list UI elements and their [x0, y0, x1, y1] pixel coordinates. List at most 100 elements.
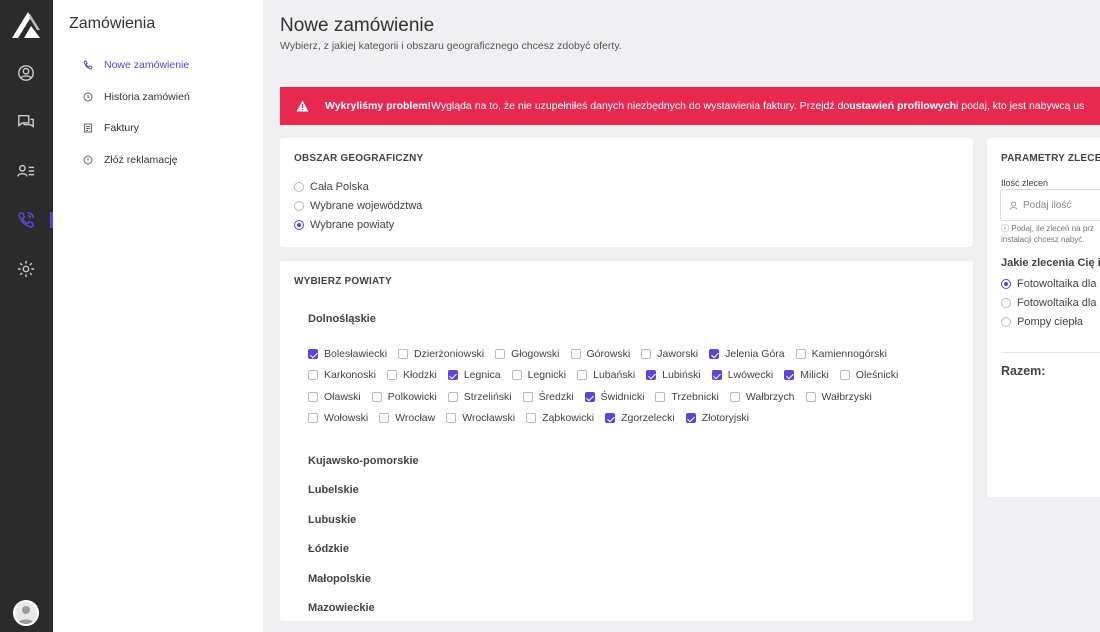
- checkbox-box[interactable]: [308, 370, 318, 380]
- powiat-checkbox[interactable]: Bolesławiecki: [308, 348, 387, 360]
- region-heading[interactable]: Kujawsko-pomorskie: [308, 455, 419, 467]
- checkbox-label: Wrocławski: [462, 412, 516, 424]
- subnav-item-new-order[interactable]: Nowe zamówienie: [83, 56, 189, 74]
- powiat-checkbox[interactable]: Wołowski: [308, 412, 368, 424]
- powiat-checkbox[interactable]: Wrocław: [379, 412, 435, 424]
- messages-icon[interactable]: [14, 110, 38, 134]
- powiat-checkbox[interactable]: Oleśnicki: [839, 369, 898, 381]
- subnav-item-invoices[interactable]: Faktury: [83, 119, 139, 137]
- powiat-checkbox[interactable]: Karkonoski: [308, 369, 376, 381]
- region-heading[interactable]: Lubuskie: [308, 514, 356, 526]
- subnav-item-complaint[interactable]: Złóż reklamację: [83, 151, 178, 169]
- checkbox-box[interactable]: [511, 370, 522, 380]
- profile-icon[interactable]: [14, 61, 38, 85]
- checkbox-box[interactable]: [795, 349, 806, 359]
- contacts-icon[interactable]: [14, 159, 38, 183]
- checkbox-box[interactable]: [570, 349, 581, 359]
- checkbox-box[interactable]: [641, 349, 652, 359]
- powiat-checkbox[interactable]: Kamiennogórski: [795, 348, 887, 360]
- powiat-checkbox[interactable]: Lwówecki: [711, 369, 773, 381]
- powiat-checkbox[interactable]: Jelenia Góra: [709, 348, 785, 360]
- checkbox-box[interactable]: [379, 413, 390, 423]
- qty-hint: ⓘ Podaj, ile zleceń na prz instalacji ch…: [1001, 223, 1100, 245]
- powiat-checkbox[interactable]: Górowski: [570, 348, 630, 360]
- powiat-checkbox[interactable]: Legnica: [447, 369, 501, 381]
- checkbox-box[interactable]: [526, 413, 537, 423]
- powiat-checkbox[interactable]: Lubiński: [646, 369, 701, 381]
- powiat-checkbox[interactable]: Strzeliński: [447, 391, 512, 403]
- checkbox-box[interactable]: [308, 413, 318, 423]
- user-avatar[interactable]: [13, 600, 39, 626]
- checkbox-box[interactable]: [371, 392, 382, 402]
- powiat-checkbox[interactable]: Kłodzki: [386, 369, 437, 381]
- area-option[interactable]: Cała Polska: [294, 180, 369, 194]
- area-option[interactable]: Wybrane województwa: [294, 199, 422, 213]
- order-type-option[interactable]: Fotowoltaika dla: [1001, 296, 1097, 310]
- powiat-checkbox[interactable]: Milicki: [784, 369, 829, 381]
- checkbox-box[interactable]: [308, 349, 318, 359]
- checkbox-label: Legnicki: [527, 369, 567, 381]
- order-type-option[interactable]: Pompy ciepła: [1001, 315, 1083, 329]
- profile-settings-link[interactable]: ustawień profilowych: [849, 100, 956, 112]
- region-heading[interactable]: Mazowieckie: [308, 602, 375, 614]
- subnav-label: Nowe zamówienie: [104, 59, 190, 71]
- powiat-checkbox[interactable]: Wrocławski: [446, 412, 515, 424]
- qty-input[interactable]: Podaj ilość: [1000, 189, 1100, 221]
- radio-button[interactable]: [1001, 279, 1011, 289]
- powiat-checkbox[interactable]: Jaworski: [641, 348, 698, 360]
- radio-button[interactable]: [294, 220, 304, 230]
- radio-button[interactable]: [294, 182, 304, 192]
- powiat-checkbox[interactable]: Głogowski: [495, 348, 560, 360]
- radio-button[interactable]: [1001, 298, 1011, 308]
- powiat-row: Bolesławiecki Dzierżoniowski Głogowski Góro…: [308, 347, 898, 361]
- orders-phone-icon[interactable]: [14, 208, 53, 232]
- radio-button[interactable]: [1001, 317, 1011, 327]
- powiat-checkbox[interactable]: Wałbrzych: [729, 391, 795, 403]
- region-heading[interactable]: Małopolskie: [308, 573, 371, 585]
- powiat-checkbox[interactable]: Wałbrzyski: [805, 391, 872, 403]
- powiat-checkbox[interactable]: Lubański: [577, 369, 635, 381]
- checkbox-label: Wołowski: [324, 412, 369, 424]
- area-option[interactable]: Wybrane powiaty: [294, 218, 394, 232]
- checkbox-box[interactable]: [522, 392, 533, 402]
- checkbox-box[interactable]: [729, 392, 740, 402]
- checkbox-box[interactable]: [711, 370, 722, 380]
- subnav-item-history[interactable]: Historia zamówień: [83, 88, 190, 106]
- checkbox-box[interactable]: [655, 392, 666, 402]
- powiat-checkbox[interactable]: Świdnicki: [584, 391, 644, 403]
- checkbox-box[interactable]: [685, 413, 696, 423]
- powiat-checkbox[interactable]: Legnicki: [511, 369, 567, 381]
- checkbox-box[interactable]: [709, 349, 720, 359]
- powiat-checkbox[interactable]: Trzebnicki: [655, 391, 719, 403]
- powiat-checkbox[interactable]: Zgorzelecki: [605, 412, 675, 424]
- checkbox-box[interactable]: [386, 370, 397, 380]
- checkbox-box[interactable]: [646, 370, 657, 380]
- powiat-checkbox[interactable]: Polkowicki: [371, 391, 437, 403]
- checkbox-box[interactable]: [495, 349, 506, 359]
- orders-subnav: Zamówienia Nowe zamówienie Historia zamó…: [53, 0, 263, 632]
- radio-button[interactable]: [294, 201, 304, 211]
- checkbox-box[interactable]: [839, 370, 850, 380]
- powiat-checkbox[interactable]: Oławski: [308, 391, 361, 403]
- checkbox-box[interactable]: [577, 370, 588, 380]
- app-logo-icon[interactable]: [10, 8, 42, 40]
- checkbox-box[interactable]: [784, 370, 795, 380]
- region-heading[interactable]: Dolnośląskie: [308, 313, 376, 325]
- checkbox-box[interactable]: [447, 370, 458, 380]
- checkbox-box[interactable]: [805, 392, 816, 402]
- settings-gear-icon[interactable]: [14, 257, 38, 281]
- checkbox-box[interactable]: [447, 392, 458, 402]
- checkbox-box[interactable]: [308, 392, 318, 402]
- checkbox-box[interactable]: [584, 392, 595, 402]
- powiat-checkbox[interactable]: Złotoryjski: [685, 412, 749, 424]
- powiat-checkbox[interactable]: Dzierżoniowski: [398, 348, 484, 360]
- checkbox-box[interactable]: [398, 349, 409, 359]
- order-type-option[interactable]: Fotowoltaika dla: [1001, 277, 1097, 291]
- checkbox-box[interactable]: [446, 413, 457, 423]
- powiat-checkbox[interactable]: Średzki: [522, 391, 574, 403]
- region-heading[interactable]: Lubelskie: [308, 484, 359, 496]
- powiat-checkbox[interactable]: Ząbkowicki: [526, 412, 594, 424]
- checkbox-box[interactable]: [605, 413, 616, 423]
- region-heading[interactable]: Łódzkie: [308, 543, 349, 555]
- checkbox-label: Ząbkowicki: [542, 412, 595, 424]
